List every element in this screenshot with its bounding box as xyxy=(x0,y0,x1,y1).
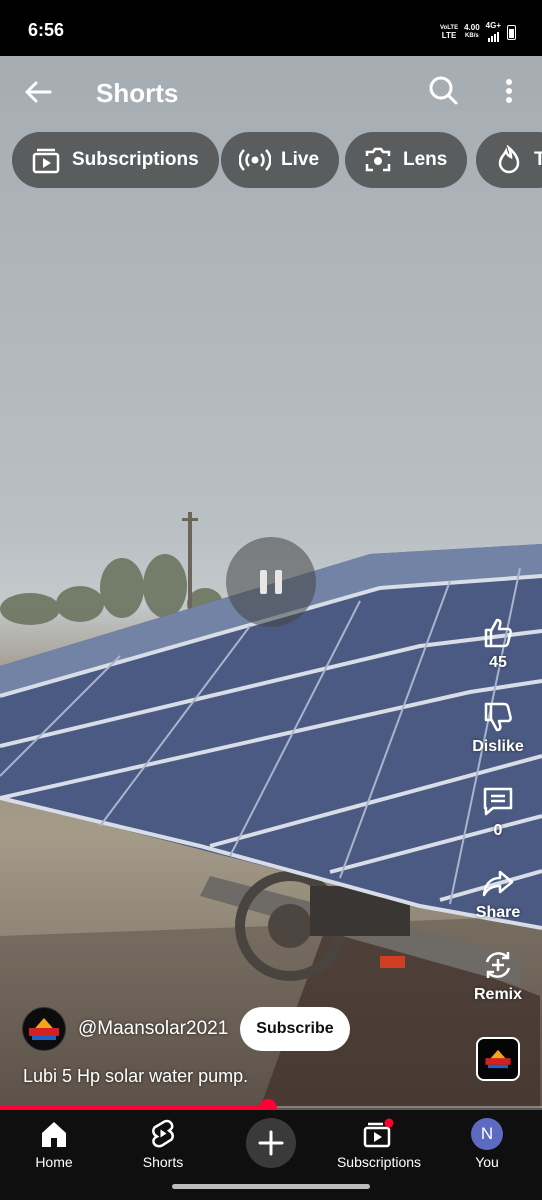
pause-icon xyxy=(260,570,267,594)
more-options-button[interactable] xyxy=(494,72,524,110)
like-button[interactable]: 45 xyxy=(466,616,530,672)
create-button[interactable] xyxy=(246,1118,296,1168)
nav-home[interactable]: Home xyxy=(4,1118,104,1170)
like-count: 45 xyxy=(489,654,507,671)
pause-button[interactable] xyxy=(226,537,316,627)
chip-subscriptions[interactable]: Subscriptions xyxy=(12,132,219,188)
page-title: Shorts xyxy=(96,78,179,108)
top-bar: Shorts xyxy=(0,56,542,126)
signal-icon xyxy=(487,30,499,42)
signal-group: 4G+ xyxy=(486,22,501,42)
subscriptions-icon xyxy=(363,1118,394,1148)
back-arrow-icon xyxy=(25,81,52,103)
share-icon xyxy=(482,870,514,897)
user-avatar: N xyxy=(471,1118,503,1150)
nav-subscriptions[interactable]: Subscriptions xyxy=(329,1118,429,1170)
thumb-up-icon xyxy=(484,618,512,648)
channel-row: @Maansolar2021 Subscribe xyxy=(22,1006,350,1052)
shorts-icon xyxy=(152,1119,174,1148)
video-caption[interactable]: Lubi 5 Hp solar water pump. xyxy=(23,1066,248,1087)
chip-live[interactable]: Live xyxy=(221,132,340,188)
notification-dot xyxy=(384,1118,394,1128)
maan-solar-logo-icon xyxy=(485,1049,511,1069)
channel-handle[interactable]: @Maansolar2021 xyxy=(78,1018,228,1040)
subscribe-button[interactable]: Subscribe xyxy=(240,1007,350,1051)
battery-icon xyxy=(507,24,516,40)
lens-icon xyxy=(365,147,391,172)
channel-avatar[interactable] xyxy=(22,1007,66,1051)
share-label: Share xyxy=(475,904,521,921)
remix-icon xyxy=(485,952,511,978)
gesture-home-indicator[interactable] xyxy=(172,1184,370,1189)
status-bar: 6:56 VoLTE LTE 4.00 KB/s 4G+ xyxy=(0,0,542,56)
subscriptions-icon xyxy=(32,148,60,174)
home-icon xyxy=(42,1122,66,1147)
live-icon xyxy=(239,149,271,171)
network-speed: 4.00 KB/s xyxy=(464,23,480,40)
chip-lens[interactable]: Lens xyxy=(345,132,468,188)
search-button[interactable] xyxy=(424,72,462,110)
volte-indicator: VoLTE LTE xyxy=(439,25,459,40)
more-vert-icon xyxy=(506,79,512,103)
dislike-button[interactable]: Dislike xyxy=(466,700,530,756)
remix-button[interactable]: Remix xyxy=(466,948,530,1004)
chip-trending[interactable]: T xyxy=(476,132,542,188)
nav-shorts[interactable]: Shorts xyxy=(113,1118,213,1170)
comment-icon xyxy=(483,787,513,816)
status-indicators: VoLTE LTE 4.00 KB/s 4G+ xyxy=(440,22,516,42)
remix-label: Remix xyxy=(473,986,523,1003)
share-button[interactable]: Share xyxy=(466,866,530,922)
sound-source-thumbnail[interactable] xyxy=(476,1037,520,1081)
filter-chips: Subscriptions Live Lens T xyxy=(12,132,542,188)
nav-you[interactable]: N You xyxy=(437,1118,537,1170)
trending-icon xyxy=(498,145,520,174)
dislike-label: Dislike xyxy=(472,738,524,755)
comment-count: 0 xyxy=(493,822,503,839)
search-icon xyxy=(429,76,458,105)
status-time: 6:56 xyxy=(28,20,65,40)
thumb-down-icon xyxy=(484,702,512,732)
back-button[interactable] xyxy=(20,74,56,110)
plus-icon xyxy=(258,1130,284,1156)
comments-button[interactable]: 0 xyxy=(466,784,530,840)
maan-solar-logo-icon xyxy=(29,1018,59,1040)
